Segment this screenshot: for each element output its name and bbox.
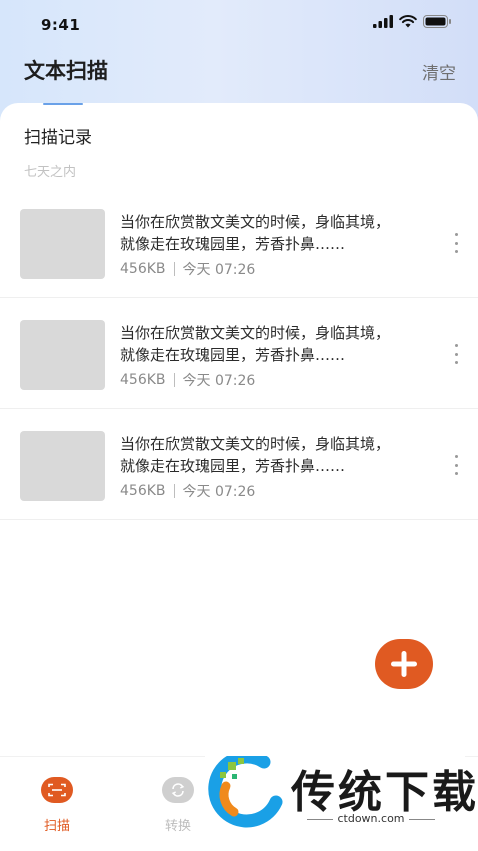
record-text-line: 就像走在玫瑰园里，芳香扑鼻…… (120, 235, 346, 253)
record-time: 今天 07:26 (182, 262, 256, 278)
tab-convert[interactable]: 转换 (148, 777, 208, 834)
record-time: 今天 07:26 (182, 484, 256, 500)
record-text: 当你在欣赏散文美文的时候，身临其境， 就像走在玫瑰园里，芳香扑鼻…… (120, 322, 440, 366)
record-meta: 456KB 今天 07:26 (120, 370, 255, 390)
record-size: 456KB (120, 483, 166, 499)
scan-icon (41, 777, 73, 803)
watermark: 传统下载 ctdown.com (205, 752, 476, 850)
tab-scan[interactable]: 扫描 (27, 777, 87, 834)
record-text: 当你在欣赏散文美文的时候，身临其境， 就像走在玫瑰园里，芳香扑鼻…… (120, 433, 440, 477)
tab-indicator (43, 103, 83, 105)
tab-scan-label: 扫描 (43, 819, 70, 834)
list-item[interactable]: 当你在欣赏散文美文的时候，身临其境， 就像走在玫瑰园里，芳香扑鼻…… 456KB… (0, 298, 478, 409)
battery-icon (423, 15, 451, 28)
signal-icon (373, 15, 393, 28)
meta-divider (173, 484, 175, 498)
watermark-name: 传统下载 (291, 767, 478, 818)
record-thumbnail (20, 209, 105, 279)
record-thumbnail (20, 320, 105, 390)
record-size: 456KB (120, 261, 166, 277)
record-text: 当你在欣赏散文美文的时候，身临其境， 就像走在玫瑰园里，芳香扑鼻…… (120, 211, 440, 255)
watermark-logo-icon (208, 756, 283, 828)
record-text-line: 当你在欣赏散文美文的时候，身临其境， (120, 435, 391, 453)
more-options-icon[interactable] (452, 344, 460, 364)
plus-icon (391, 651, 417, 677)
record-text-line: 就像走在玫瑰园里，芳香扑鼻…… (120, 346, 346, 364)
wifi-icon (399, 15, 417, 28)
record-thumbnail (20, 431, 105, 501)
record-time: 今天 07:26 (182, 373, 256, 389)
record-size: 456KB (120, 372, 166, 388)
meta-divider (173, 262, 175, 276)
list-item[interactable]: 当你在欣赏散文美文的时候，身临其境， 就像走在玫瑰园里，芳香扑鼻…… 456KB… (0, 187, 478, 298)
content-sheet: 扫描记录 七天之内 当你在欣赏散文美文的时候，身临其境， 就像走在玫瑰园里，芳香… (0, 103, 478, 850)
record-text-line: 当你在欣赏散文美文的时候，身临其境， (120, 324, 391, 342)
record-meta: 456KB 今天 07:26 (120, 481, 255, 501)
list-item[interactable]: 当你在欣赏散文美文的时候，身临其境， 就像走在玫瑰园里，芳香扑鼻…… 456KB… (0, 409, 478, 520)
clear-button[interactable]: 清空 (422, 59, 456, 84)
record-text-line: 就像走在玫瑰园里，芳香扑鼻…… (120, 457, 346, 475)
section-subtitle: 七天之内 (24, 165, 77, 180)
record-meta: 456KB 今天 07:26 (120, 259, 255, 279)
record-text-line: 当你在欣赏散文美文的时候，身临其境， (120, 213, 391, 231)
add-scan-button[interactable] (375, 639, 433, 689)
more-options-icon[interactable] (452, 233, 460, 253)
tab-convert-label: 转换 (164, 819, 191, 834)
page-title: 文本扫描 (24, 59, 108, 83)
status-icons (373, 15, 452, 28)
record-list: 当你在欣赏散文美文的时候，身临其境， 就像走在玫瑰园里，芳香扑鼻…… 456KB… (0, 187, 478, 520)
section-title: 扫描记录 (24, 128, 92, 148)
watermark-url: ctdown.com (291, 812, 451, 825)
meta-divider (173, 373, 175, 387)
more-options-icon[interactable] (452, 455, 460, 475)
convert-icon (162, 777, 194, 803)
status-time: 9:41 (41, 16, 81, 34)
status-bar: 9:41 (0, 0, 478, 50)
